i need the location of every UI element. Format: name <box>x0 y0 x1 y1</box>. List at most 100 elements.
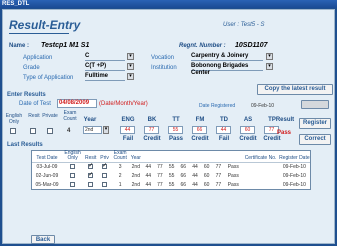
application-dropdown-icon[interactable]: ▾ <box>127 53 134 60</box>
subject-score-fm[interactable]: 66 <box>192 126 207 134</box>
date-format-hint: (Date/Month/Year) <box>99 101 148 107</box>
table-row[interactable]: 03-Jul-09 3 2nd 44 77 55 66 44 60 77 Pass 09-Feb-10 <box>32 162 310 172</box>
cell-english-only-checkbox[interactable] <box>70 172 76 178</box>
type-dropdown-icon[interactable]: ▾ <box>127 73 134 80</box>
date-of-test-input[interactable]: 04/08/2009 <box>57 99 97 108</box>
subject-header-td: TD <box>220 117 228 123</box>
window-titlebar: RES_DTL <box>0 0 337 8</box>
subject-status-tt: Pass <box>168 136 183 142</box>
cell-private-checkbox[interactable] <box>102 181 108 187</box>
cell-resit-checkbox[interactable] <box>88 181 94 187</box>
subject-header-eng: ENG <box>121 117 135 123</box>
cell-score: 77 <box>215 182 222 188</box>
result-entry-panel: Result-Entry User : Test5 - S Name : Tes… <box>2 9 335 244</box>
cell-certificate <box>242 181 278 190</box>
subject-status-td: Fail <box>218 136 230 142</box>
cell-result: Pass <box>227 173 239 179</box>
grade-label: Grade <box>23 65 40 71</box>
grid-col-header: Exam Count <box>111 151 130 163</box>
cell-test-date: 02-Jun-09 <box>35 173 59 179</box>
subject-score-td[interactable]: 44 <box>216 126 231 134</box>
table-row[interactable]: 05-Mar-09 1 2nd 44 77 55 66 44 60 77 Pass 09-Feb-10 <box>32 181 310 190</box>
grade-dropdown-icon[interactable]: ▾ <box>127 63 134 70</box>
subject-status-bk: Credit <box>143 136 161 142</box>
enter-results-heading: Enter Results <box>7 92 46 98</box>
vocation-select[interactable]: Carpentry & Joinery <box>191 53 263 61</box>
user-value: Test5 - S <box>240 22 265 28</box>
cell-english-only <box>62 172 83 181</box>
subject-score-tt[interactable]: 55 <box>168 126 183 134</box>
table-row[interactable]: 02-Jun-09 2 2nd 44 77 55 66 44 60 77 Pass 09-Feb-10 <box>32 171 310 181</box>
cell-score: 77 <box>157 164 163 171</box>
subject-score-eng[interactable]: 44 <box>120 126 135 134</box>
cell-score: 44 <box>145 173 151 179</box>
user-label: User : <box>223 22 240 28</box>
application-select[interactable]: C <box>85 53 125 61</box>
cell-english-only-checkbox[interactable] <box>70 163 76 169</box>
type-of-application-select[interactable]: Fulltime <box>85 73 125 81</box>
grid-col-header <box>154 151 166 163</box>
correct-button[interactable]: Correct <box>299 134 331 145</box>
cell-private-checkbox[interactable] <box>102 172 108 178</box>
subject-score-as[interactable]: 60 <box>240 126 255 134</box>
year-select[interactable]: 2nd <box>83 126 102 134</box>
blank-button[interactable] <box>301 100 329 109</box>
english-only-header: English Only <box>5 113 23 125</box>
cell-private-checkbox[interactable] <box>102 162 107 169</box>
grid-col-header: Certificate No. <box>242 151 279 163</box>
regnt-number: 10SD1107 <box>235 42 268 49</box>
cell-score: 77 <box>157 173 163 179</box>
vocation-dropdown-icon[interactable]: ▾ <box>266 53 273 60</box>
cell-score: 66 <box>180 173 187 179</box>
last-results-grid: Test Date English Only Resit Priv Exam Count… <box>31 150 311 190</box>
cell-resit-checkbox[interactable] <box>88 171 93 178</box>
cell-private <box>98 162 111 172</box>
cell-score: 55 <box>168 173 175 179</box>
copy-latest-result-button[interactable]: Copy the latest result <box>257 84 333 95</box>
title-underline <box>9 33 69 34</box>
date-registered-value: 09-Feb-10 <box>251 103 275 109</box>
english-only-checkbox[interactable] <box>10 128 16 134</box>
cell-test-date: 03-Jul-09 <box>36 164 58 171</box>
institution-dropdown-icon[interactable]: ▾ <box>266 63 273 70</box>
institution-label: Institution <box>151 65 177 71</box>
cell-register-date: 09-Feb-10 <box>282 164 306 171</box>
subject-header-bk: BK <box>147 117 157 123</box>
grid-col-header <box>224 151 243 163</box>
cell-resit-checkbox[interactable] <box>88 162 93 169</box>
subject-score-bk[interactable]: 77 <box>144 126 159 134</box>
cell-english-only <box>62 163 83 172</box>
cell-score: 55 <box>168 164 175 171</box>
cell-score: 60 <box>203 173 210 179</box>
cell-result: Pass <box>227 164 239 171</box>
grid-body: 03-Jul-09 3 2nd 44 77 55 66 44 60 77 Pass 09-Feb-10… <box>32 162 310 190</box>
cell-score: 44 <box>192 164 198 171</box>
grid-col-header <box>165 151 178 163</box>
application-label: Application <box>23 55 53 61</box>
cell-certificate <box>242 163 278 172</box>
cell-score: 44 <box>145 182 151 188</box>
grid-header-row: Test Date English Only Resit Priv Exam Count… <box>32 151 310 163</box>
cell-score: 77 <box>215 164 222 171</box>
resit-checkbox[interactable] <box>30 128 36 134</box>
cell-register-date: 09-Feb-10 <box>282 182 306 188</box>
institution-select[interactable]: Bobonong Brigades Center <box>191 63 263 76</box>
cell-year: 2nd <box>131 173 140 179</box>
subject-header-as: AS <box>243 117 253 123</box>
cell-private <box>98 172 111 181</box>
grade-select[interactable]: C(T +P) <box>85 63 125 71</box>
cell-score: 60 <box>203 182 210 188</box>
cell-score: 66 <box>180 164 187 171</box>
cell-english-only-checkbox[interactable] <box>70 181 76 187</box>
resit-header: Resit <box>28 113 40 119</box>
subject-status-tp: Credit <box>263 136 281 142</box>
page-title: Result-Entry <box>9 18 81 32</box>
cell-score: 77 <box>157 182 163 188</box>
register-button[interactable]: Register <box>299 118 331 129</box>
back-button[interactable]: Back <box>31 235 55 244</box>
date-of-test-label: Date of Test <box>19 101 51 107</box>
regnt-label: Regnt. Number : <box>179 43 226 49</box>
subject-status-fm: Credit <box>191 136 209 142</box>
year-dropdown-icon[interactable]: ▾ <box>103 126 109 134</box>
private-checkbox[interactable] <box>47 128 53 134</box>
